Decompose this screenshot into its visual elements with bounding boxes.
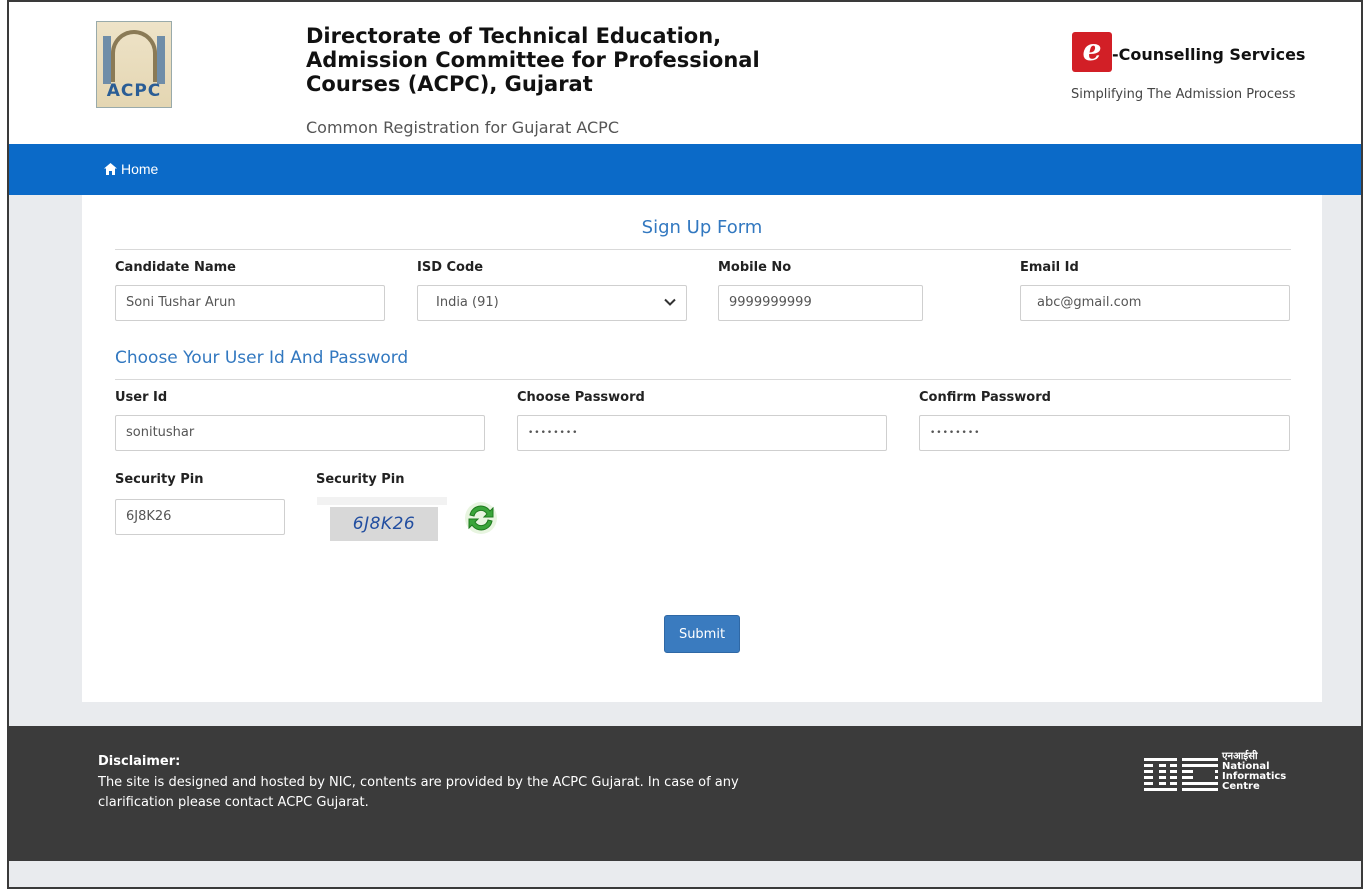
isd-code-label: ISD Code xyxy=(417,260,484,275)
org-subtitle: Common Registration for Gujarat ACPC xyxy=(306,118,619,137)
mobile-no-label: Mobile No xyxy=(718,260,792,275)
org-title-line-1: Directorate of Technical Education, xyxy=(306,24,722,48)
credentials-section-title: Choose Your User Id And Password xyxy=(115,348,409,368)
e-counselling-tagline: Simplifying The Admission Process xyxy=(1071,87,1296,102)
security-pin-captcha-label: Security Pin xyxy=(316,472,405,487)
nav-home-link[interactable]: Home xyxy=(104,161,158,177)
mobile-no-input[interactable]: 9999999999 xyxy=(718,285,923,321)
org-title-line-3: Courses (ACPC), Gujarat xyxy=(306,72,593,96)
refresh-captcha-icon[interactable] xyxy=(464,501,498,535)
site-footer: Disclaimer: The site is designed and hos… xyxy=(9,726,1361,861)
acpc-logo-pillar-right xyxy=(157,36,165,84)
disclaimer-line-2: clarification please contact ACPC Gujara… xyxy=(98,795,369,810)
captcha-top-strip xyxy=(317,497,447,505)
choose-password-input[interactable]: •••••••• xyxy=(517,415,887,451)
credentials-section-divider xyxy=(115,379,1291,380)
signup-panel: Sign Up Form Candidate Name ISD Code Mob… xyxy=(82,195,1322,702)
disclaimer-text: The site is designed and hosted by NIC, … xyxy=(98,773,798,813)
acpc-logo: ACPC xyxy=(96,21,172,108)
org-title-line-2: Admission Committee for Professional xyxy=(306,48,760,72)
acpc-logo-text: ACPC xyxy=(106,81,162,101)
nic-logo: एनआईसी National Informatics Centre xyxy=(1144,752,1286,794)
captcha-image: 6J8K26 xyxy=(330,507,438,541)
choose-password-label: Choose Password xyxy=(517,390,645,405)
submit-button[interactable]: Submit xyxy=(664,615,740,653)
home-icon xyxy=(104,163,117,175)
acpc-logo-arch xyxy=(111,30,157,82)
candidate-name-input[interactable]: Soni Tushar Arun xyxy=(115,285,385,321)
confirm-password-label: Confirm Password xyxy=(919,390,1051,405)
isd-code-selected-value: India (91) xyxy=(436,295,499,310)
disclaimer-line-1: The site is designed and hosted by NIC, … xyxy=(98,775,739,790)
org-title: Directorate of Technical Education, Admi… xyxy=(306,24,826,96)
chevron-down-icon xyxy=(664,298,676,306)
nic-logo-text: एनआईसी National Informatics Centre xyxy=(1222,752,1286,792)
security-pin-input[interactable]: 6J8K26 xyxy=(115,499,285,535)
e-counselling-title: -Counselling Services xyxy=(1112,45,1306,64)
email-id-input[interactable]: abc@gmail.com xyxy=(1020,285,1290,321)
acpc-logo-pillar-left xyxy=(103,36,111,84)
email-id-label: Email Id xyxy=(1020,260,1079,275)
nav-home-label: Home xyxy=(121,161,159,177)
user-id-input[interactable]: sonitushar xyxy=(115,415,485,451)
nic-line-3: Centre xyxy=(1222,781,1260,792)
form-title: Sign Up Form xyxy=(641,217,763,238)
candidate-name-label: Candidate Name xyxy=(115,260,236,275)
nic-logo-mark-icon xyxy=(1144,758,1218,791)
isd-code-select[interactable]: India (91) xyxy=(417,285,687,321)
top-navbar: Home xyxy=(9,144,1361,195)
confirm-password-input[interactable]: •••••••• xyxy=(919,415,1290,451)
form-title-divider xyxy=(115,249,1291,250)
user-id-label: User Id xyxy=(115,390,168,405)
security-pin-label: Security Pin xyxy=(115,472,204,487)
e-counselling-logo-icon: e xyxy=(1072,32,1112,72)
disclaimer-title: Disclaimer: xyxy=(98,754,181,769)
page-frame: ACPC Directorate of Technical Education,… xyxy=(7,0,1363,889)
site-header: ACPC Directorate of Technical Education,… xyxy=(9,2,1361,144)
